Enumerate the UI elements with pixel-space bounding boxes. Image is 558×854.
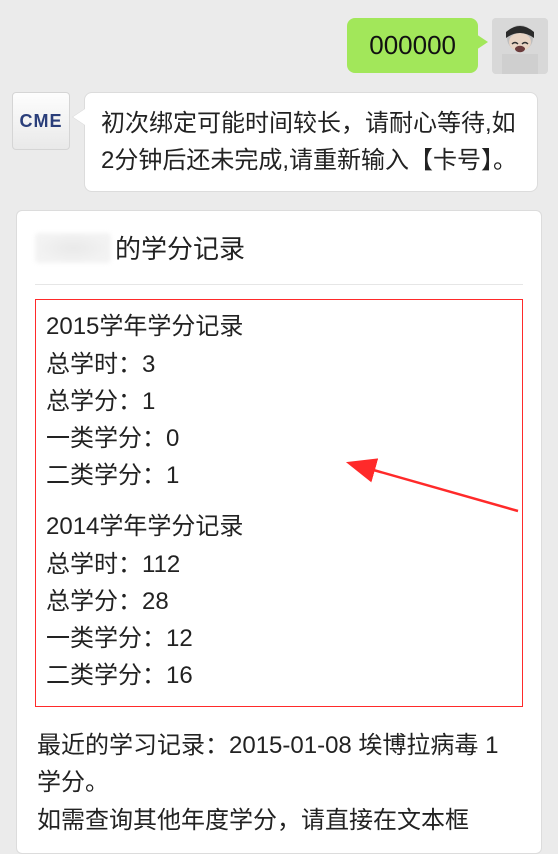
redacted-name xyxy=(35,233,111,263)
record-line: 总学分：28 xyxy=(46,583,512,620)
outgoing-bubble[interactable]: 000000 xyxy=(347,18,478,73)
record-block: 2014学年学分记录总学时：112总学分：28一类学分：12二类学分：16 xyxy=(46,508,512,694)
outgoing-text: 000000 xyxy=(369,30,456,60)
record-line: 一类学分：12 xyxy=(46,620,512,657)
record-line: 总学分：1 xyxy=(46,383,512,420)
footer-line-2: 如需查询其他年度学分，请直接在文本框 xyxy=(37,802,521,839)
cme-badge-text: CME xyxy=(20,111,63,132)
credit-record-card[interactable]: 的学分记录 2015学年学分记录总学时：3总学分：1一类学分：0二类学分：120… xyxy=(16,210,542,853)
incoming-text: 初次绑定可能时间较长，请耐心等待,如2分钟后还未完成,请重新输入【卡号】。 xyxy=(101,110,517,174)
record-header: 2015学年学分记录 xyxy=(46,308,512,345)
card-title-suffix: 的学分记录 xyxy=(115,229,245,266)
record-line: 总学时：112 xyxy=(46,546,512,583)
records-highlight-box: 2015学年学分记录总学时：3总学分：1一类学分：0二类学分：12014学年学分… xyxy=(35,299,523,707)
record-block: 2015学年学分记录总学时：3总学分：1一类学分：0二类学分：1 xyxy=(46,308,512,494)
card-title-row: 的学分记录 xyxy=(35,225,523,285)
record-line: 一类学分：0 xyxy=(46,420,512,457)
record-line: 总学时：3 xyxy=(46,346,512,383)
record-header: 2014学年学分记录 xyxy=(46,508,512,545)
card-footer: 最近的学习记录：2015-01-08 埃博拉病毒 1学分。 如需查询其他年度学分… xyxy=(35,727,523,839)
footer-line-1: 最近的学习记录：2015-01-08 埃博拉病毒 1学分。 xyxy=(37,727,521,801)
cme-avatar[interactable]: CME xyxy=(12,92,70,150)
user-avatar[interactable] xyxy=(492,18,548,74)
record-line: 二类学分：1 xyxy=(46,457,512,494)
outgoing-message-row: 000000 xyxy=(10,18,548,74)
incoming-message-row: CME 初次绑定可能时间较长，请耐心等待,如2分钟后还未完成,请重新输入【卡号】… xyxy=(10,92,548,192)
incoming-bubble[interactable]: 初次绑定可能时间较长，请耐心等待,如2分钟后还未完成,请重新输入【卡号】。 xyxy=(84,92,538,192)
record-line: 二类学分：16 xyxy=(46,657,512,694)
chat-window: 000000 CME 初次绑定可能时间较长，请耐心等待,如2分钟后还未完成,请重… xyxy=(0,0,558,854)
